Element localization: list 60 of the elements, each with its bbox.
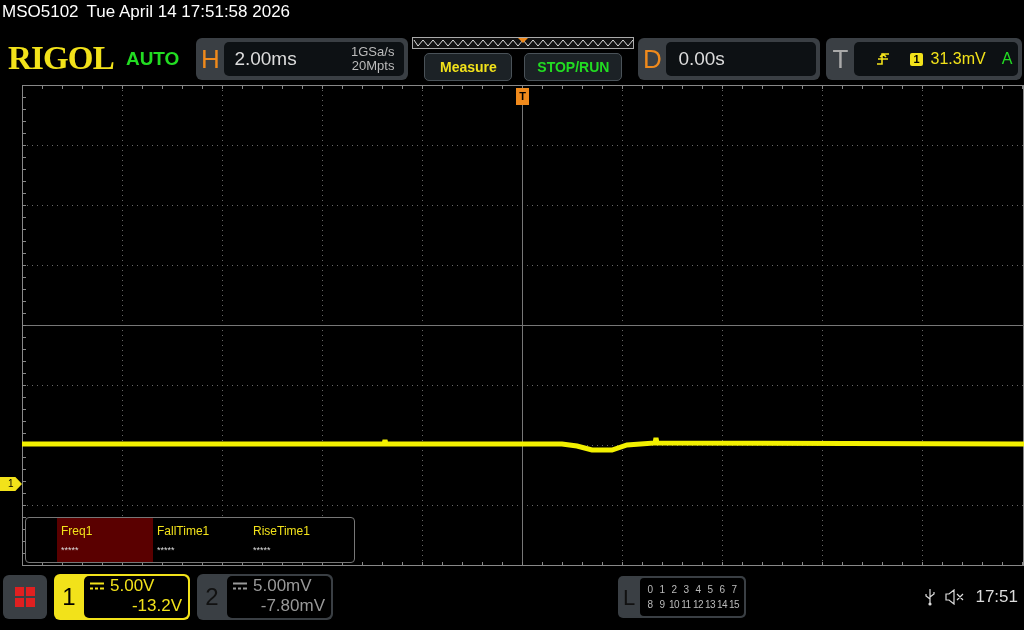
vertical-offset: -7.80mV <box>260 596 325 616</box>
trigger-mode: A <box>1001 49 1013 69</box>
digital-channel-number: 14 <box>716 598 728 612</box>
trigger-label: T <box>831 42 850 76</box>
timebase-panel[interactable]: H 2.00ms 1GSa/s 20Mpts <box>196 38 409 80</box>
delay-label: D <box>642 42 663 76</box>
digital-channel-number: 0 <box>647 583 653 597</box>
digital-channel-number: 4 <box>695 583 701 597</box>
measure-button[interactable]: Measure <box>424 53 513 81</box>
delay-panel[interactable]: D 0.00s <box>638 38 821 80</box>
speaker-muted-icon[interactable] <box>945 589 966 605</box>
channel-offset-marker[interactable]: 1 <box>0 477 22 491</box>
trigger-level: 31.3mV <box>930 49 986 69</box>
timebase-value: 2.00ms <box>234 46 297 71</box>
model-name: MSO5102 <box>2 1 79 24</box>
sample-rate: 1GSa/s <box>351 45 395 59</box>
measurement-value: ***** <box>61 544 80 557</box>
dc-coupling-icon <box>233 582 247 590</box>
channel-panel[interactable]: 1 5.00V -13.2V <box>54 574 190 620</box>
memory-depth: 20Mpts <box>351 59 395 73</box>
clock: 17:51 <box>975 586 1018 609</box>
trigger-panel[interactable]: T 1 31.3mV A <box>826 38 1023 80</box>
measurement-value: ***** <box>253 544 272 557</box>
vertical-scale: 5.00mV <box>253 576 312 596</box>
trigger-position-marker[interactable]: T <box>516 88 529 105</box>
digital-channel-number: 7 <box>731 583 737 597</box>
measurement-item[interactable]: Freq1 ***** <box>57 518 153 562</box>
digital-channel-number: 6 <box>719 583 725 597</box>
digital-channel-number: 15 <box>728 598 740 612</box>
measurement-value: ***** <box>157 544 176 557</box>
measurement-name: FallTime1 <box>157 523 211 540</box>
digital-channel-number: 2 <box>671 583 677 597</box>
brand-logo: RIGOL <box>8 39 114 79</box>
digital-channel-number: 9 <box>659 598 665 612</box>
channel-badge: 1 <box>910 52 923 66</box>
digital-channel-number: 1 <box>659 583 665 597</box>
delay-value: 0.00s <box>678 46 725 71</box>
timebase-label: H <box>200 42 221 76</box>
measurement-name: RiseTime1 <box>253 523 311 540</box>
rising-edge-icon <box>876 52 891 66</box>
vertical-offset: -13.2V <box>131 596 182 616</box>
digital-channel-number: 8 <box>647 598 653 612</box>
digital-channel-number: 13 <box>704 598 716 612</box>
dc-coupling-icon <box>90 582 104 590</box>
digital-channel-number: 10 <box>668 598 680 612</box>
measurement-name: Freq1 <box>61 523 94 540</box>
run-stop-button[interactable]: STOP/RUN <box>524 53 623 81</box>
digital-channel-number: 11 <box>681 598 691 612</box>
usb-icon <box>925 588 936 606</box>
digital-channel-number: 5 <box>707 583 713 597</box>
measurement-item[interactable]: FallTime1 ***** <box>153 518 249 562</box>
grid-menu-icon <box>14 586 36 608</box>
digital-channel-number: 3 <box>683 583 689 597</box>
measurement-item[interactable]: RiseTime1 ***** <box>249 518 345 562</box>
digital-channel-number: 12 <box>692 598 704 612</box>
date-time: Tue April 14 17:51:58 2026 <box>86 1 291 24</box>
channel-number: 1 <box>61 582 77 612</box>
trigger-status: AUTO <box>125 46 180 71</box>
vertical-scale: 5.00V <box>110 576 155 596</box>
main-menu-button[interactable] <box>3 575 47 619</box>
